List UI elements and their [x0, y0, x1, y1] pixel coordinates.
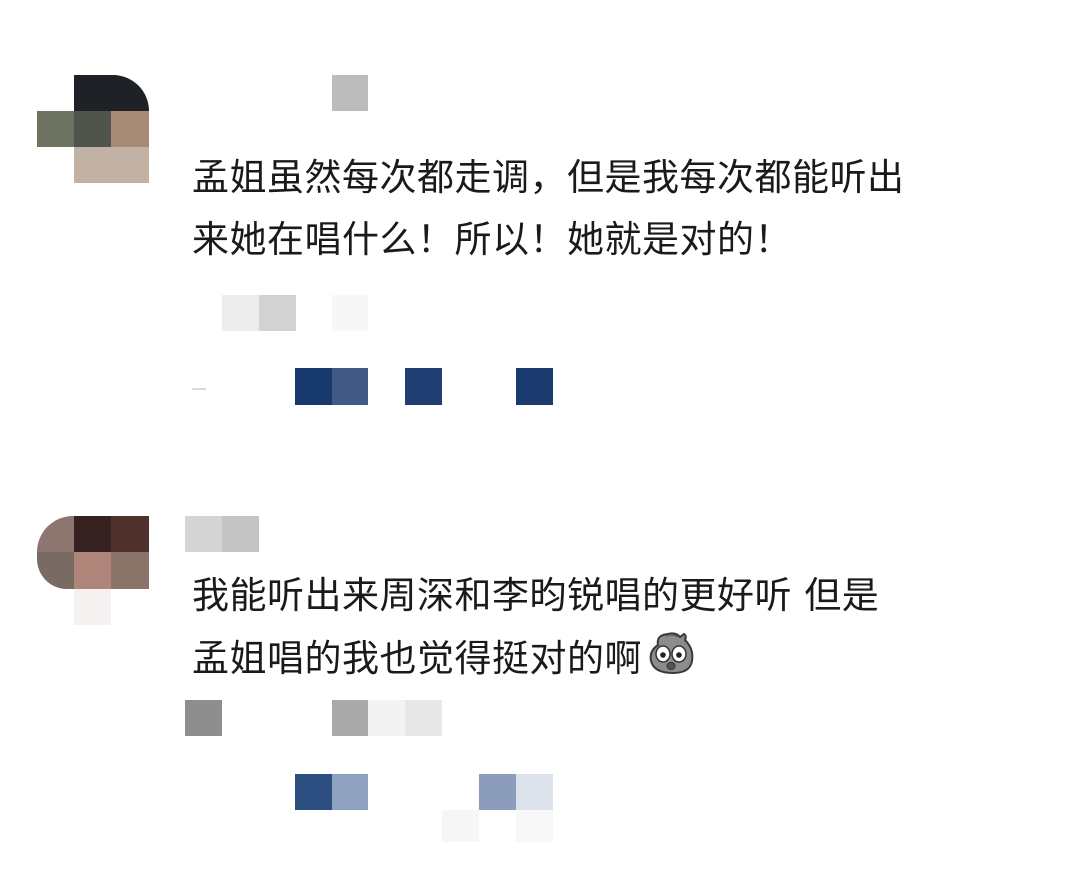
comment-text-line: 我能听出来周深和李昀锐唱的更好听 但是 — [192, 574, 880, 617]
avatar-pixel — [74, 589, 111, 625]
reply-button[interactable] — [295, 774, 332, 810]
avatar-pixel — [74, 75, 149, 111]
avatar-pixel — [111, 516, 149, 552]
username-pixel — [185, 516, 222, 552]
reply-button-edge[interactable] — [332, 368, 368, 405]
reply-button[interactable] — [295, 368, 332, 405]
comment-text-line: 孟姐虽然每次都走调，但是我每次都能听出 — [192, 156, 905, 199]
like-button-edge[interactable] — [516, 774, 553, 810]
meta-pixel — [368, 700, 405, 736]
avatar[interactable] — [37, 75, 149, 187]
more-button[interactable] — [516, 368, 553, 405]
avatar-pixel — [74, 147, 149, 183]
reply-button-edge[interactable] — [332, 774, 368, 810]
username-pixel — [222, 516, 259, 552]
avatar-pixel — [111, 552, 149, 589]
meta-pixel — [222, 295, 259, 331]
action-pixel — [442, 810, 479, 842]
shocked-face-emoji-icon — [646, 627, 696, 696]
avatar-pixel — [37, 111, 74, 147]
comment-text-line: 来她在唱什么！所以！她就是对的！ — [192, 218, 792, 261]
avatar-pixel — [74, 552, 111, 589]
username[interactable] — [332, 75, 368, 111]
action-pixel — [516, 810, 553, 842]
meta-pixel — [185, 700, 222, 736]
like-button[interactable] — [479, 774, 516, 810]
avatar-pixel — [111, 111, 149, 147]
comment-text: 孟姐虽然每次都走调，但是我每次都能听出 来她在唱什么！所以！她就是对的！ — [192, 147, 905, 271]
avatar-pixel — [37, 516, 74, 552]
avatar-pixel — [74, 516, 111, 552]
meta-pixel — [332, 700, 368, 736]
meta-pixel — [405, 700, 442, 736]
avatar-pixel — [74, 111, 111, 147]
action-divider — [192, 388, 206, 390]
avatar-pixel — [37, 552, 74, 589]
meta-pixel — [332, 295, 368, 331]
comment-text: 我能听出来周深和李昀锐唱的更好听 但是 孟姐唱的我也觉得挺对的啊 — [192, 565, 879, 696]
meta-pixel — [259, 295, 296, 331]
like-button[interactable] — [405, 368, 442, 405]
comment-text-line: 孟姐唱的我也觉得挺对的啊 — [192, 637, 642, 680]
avatar[interactable] — [37, 516, 149, 628]
